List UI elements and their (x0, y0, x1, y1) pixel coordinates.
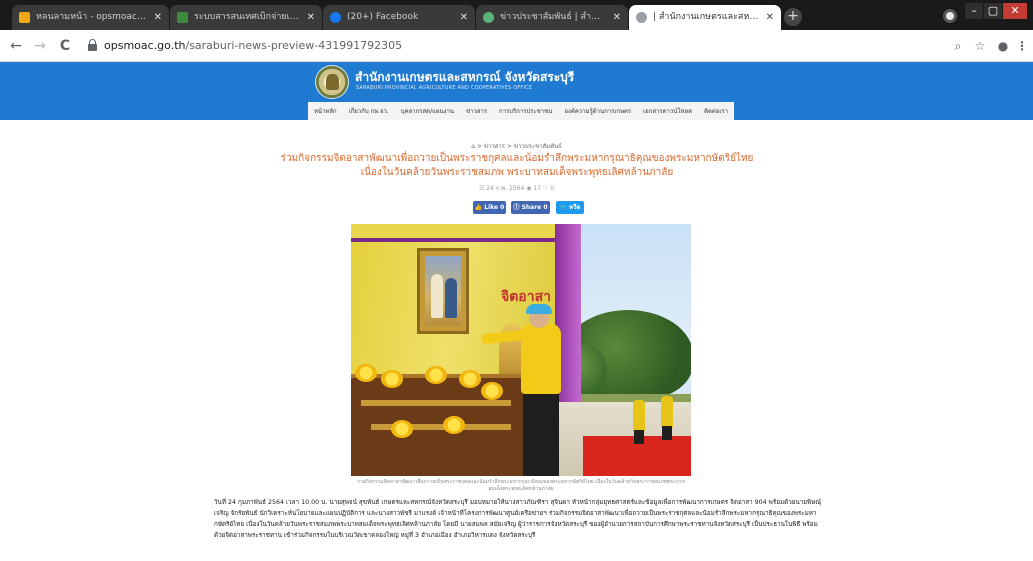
marigold (459, 370, 481, 388)
new-tab-button[interactable]: + (784, 8, 802, 26)
tab-title: หลนลามหน้า - opsmoac.go.th - Sm (36, 12, 147, 22)
tab-title: | สำนักงานเกษตรและสหกรณ์ จังหวัด (653, 12, 759, 22)
tab-title: ระบบสารสนเทศเบิกจ่ายเงินคดีพิจารณา (194, 12, 300, 22)
marigold (481, 382, 503, 400)
web-page: สำนักงานเกษตรและสหกรณ์ จังหวัดสระบุรี SA… (0, 62, 1033, 561)
tab-close-icon[interactable]: ✕ (307, 5, 315, 30)
nav-item-downloads[interactable]: เอกสารดาวน์โหลด (643, 106, 692, 116)
nav-item-services[interactable]: การบริการประชาชน (499, 106, 552, 116)
marigold (391, 420, 413, 438)
volunteer-person (521, 324, 561, 394)
browser-window: หลนลามหน้า - opsmoac.go.th - Sm ✕ ระบบสา… (0, 0, 1033, 561)
nav-item-knowledge[interactable]: องค์ความรู้ด้านการเกษตร (564, 106, 631, 116)
tab-disbursement-system[interactable]: ระบบสารสนเทศเบิกจ่ายเงินคดีพิจารณา ✕ (170, 5, 322, 30)
profile-icon[interactable] (943, 9, 957, 23)
breadcrumb[interactable]: ⌂ > ข่าวสาร > ข่าวประชาสัมพันธ์ (0, 141, 1033, 151)
tab-title: (20+) Facebook (347, 12, 419, 22)
minimize-button[interactable]: – (965, 3, 983, 19)
nav-item-home[interactable]: หน้าหลัก (314, 106, 337, 116)
article-body: วันที่ 24 กุมภาพันธ์ 2564 เวลา 10.00 น. … (214, 499, 822, 539)
marigold (425, 366, 447, 384)
tab-saraburi-office[interactable]: | สำนักงานเกษตรและสหกรณ์ จังหวัด ✕ (629, 5, 781, 30)
nav-item-contact[interactable]: ติดต่อเรา (704, 106, 728, 116)
photo-caption: ร่วมกิจกรรมจิตอาสาพัฒนาเพื่อถวายเป็นพระร… (357, 479, 685, 492)
browser-toolbar: ← → C opsmoac.go.th/saraburi-news-previe… (0, 30, 1033, 62)
royal-portrait (417, 248, 469, 334)
tab-close-icon[interactable]: ✕ (766, 5, 774, 30)
tab-favicon-icon (483, 12, 494, 23)
facebook-icon (330, 12, 341, 23)
star-icon[interactable]: ☆ (972, 38, 988, 54)
url-text[interactable]: opsmoac.go.th/saraburi-news-preview-4319… (104, 39, 402, 52)
tab-favicon-icon (177, 12, 188, 23)
menu-icon[interactable]: ⋮ (1014, 38, 1030, 54)
marigold (443, 416, 465, 434)
article-photo[interactable]: จิตอาสา (351, 224, 691, 476)
tab-title: ข่าวประชาสัมพันธ์ | สำนักงานเกษตรฯ (500, 12, 606, 22)
tweet-button[interactable]: 🐦 ทวีต (556, 201, 584, 214)
article-title: ร่วมกิจกรรมจิตอาสาพัฒนาเพื่อถวายเป็นพระร… (280, 153, 754, 178)
tab-close-icon[interactable]: ✕ (460, 5, 468, 30)
url-host: opsmoac.go.th (104, 39, 186, 52)
tab-facebook[interactable]: (20+) Facebook ✕ (323, 5, 475, 30)
tab-close-icon[interactable]: ✕ (613, 5, 621, 30)
address-bar[interactable]: opsmoac.go.th/saraburi-news-preview-4319… (82, 35, 934, 57)
site-logo[interactable] (315, 65, 349, 99)
article-meta: ☷ 24 ก.พ. 2564 ◉ 17 ♡ 0 (478, 185, 555, 192)
tab-opsmoac[interactable]: หลนลามหน้า - opsmoac.go.th - Sm ✕ (12, 5, 169, 30)
nav-item-staff[interactable]: บุคลากรสด/แผนงาน (401, 106, 454, 116)
lock-icon (88, 39, 97, 51)
close-window-button[interactable]: ✕ (1003, 3, 1027, 19)
marigold (355, 364, 377, 382)
back-arrow-icon[interactable]: ← (8, 38, 24, 54)
zoom-icon[interactable]: ⌕ (950, 38, 966, 54)
nav-item-news[interactable]: ข่าวสาร (466, 106, 487, 116)
nav-item-about[interactable]: เกี่ยวกับ กษ.จว. (349, 106, 389, 116)
tab-strip: หลนลามหน้า - opsmoac.go.th - Sm ✕ ระบบสา… (0, 0, 1033, 30)
tab-favicon-icon (636, 12, 647, 23)
marigold (381, 370, 403, 388)
forward-arrow-icon[interactable]: → (32, 38, 48, 54)
facebook-like-button[interactable]: 👍 Like 0 (473, 201, 506, 214)
site-subtitle: SARABURI PROVINCIAL AGRICULTURE AND COOP… (356, 85, 533, 91)
url-path: /saraburi-news-preview-431991792305 (185, 39, 403, 52)
reload-icon[interactable]: C (57, 38, 73, 54)
tab-pr-news[interactable]: ข่าวประชาสัมพันธ์ | สำนักงานเกษตรฯ ✕ (476, 5, 628, 30)
tab-favicon-icon (19, 12, 30, 23)
maximize-button[interactable]: ▢ (984, 3, 1002, 19)
main-nav: หน้าหลัก เกี่ยวกับ กษ.จว. บุคลากรสด/แผนง… (308, 102, 734, 120)
account-icon[interactable]: ● (995, 38, 1011, 54)
facebook-share-button[interactable]: ⓕ Share 0 (511, 201, 550, 214)
site-header: สำนักงานเกษตรและสหกรณ์ จังหวัดสระบุรี SA… (0, 62, 1033, 120)
tab-close-icon[interactable]: ✕ (154, 5, 162, 30)
